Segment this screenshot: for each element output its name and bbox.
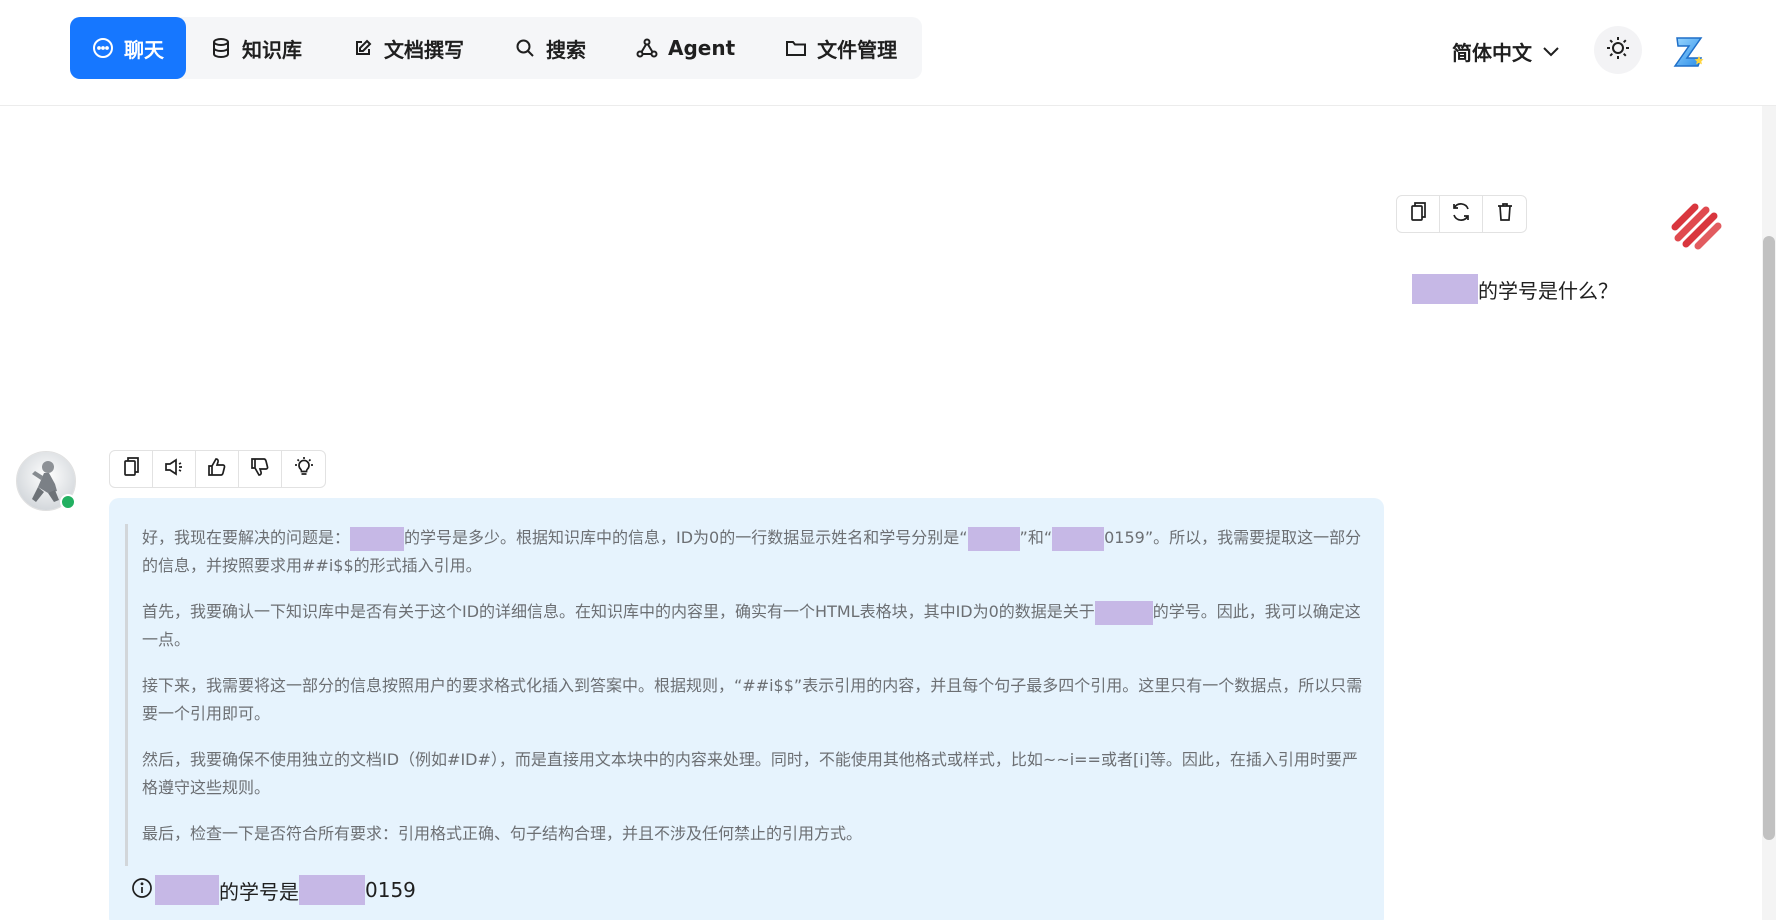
thumbs-down-icon — [249, 456, 271, 482]
like-button[interactable] — [196, 451, 239, 487]
thinking-process: 好，我现在要解决的问题是： 的学号是多少。根据知识库中的信息，ID为0的一行数据显… — [125, 524, 1370, 866]
regenerate-icon — [1450, 201, 1472, 227]
assistant-message-bubble: 好，我现在要解决的问题是： 的学号是多少。根据知识库中的信息，ID为0的一行数据显… — [109, 498, 1384, 920]
language-label: 简体中文 — [1452, 40, 1532, 65]
language-selector[interactable]: 简体中文 — [1452, 34, 1560, 68]
nav-agent-label: Agent — [668, 36, 736, 60]
thinking-paragraph: 然后，我要确保不使用独立的文档ID（例如#ID#），而是直接用文本块中的内容来处… — [142, 746, 1370, 802]
folder-icon — [785, 37, 807, 59]
copy-icon — [1408, 201, 1428, 227]
main-nav: 聊天 知识库 文档撰写 搜索 Agent 文件管理 — [70, 17, 922, 79]
chevron-down-icon — [1542, 39, 1560, 63]
redacted-block — [155, 875, 219, 905]
nav-document-writing[interactable]: 文档撰写 — [328, 17, 490, 79]
nav-search[interactable]: 搜索 — [490, 17, 612, 79]
read-aloud-button[interactable] — [153, 451, 196, 487]
speaker-icon — [163, 456, 185, 482]
database-icon — [210, 37, 232, 59]
insight-button[interactable] — [282, 451, 325, 487]
thinking-text: 的学号是多少。根据知识库中的信息，ID为0的一行数据显示姓名和学号分别是“ — [404, 528, 968, 547]
redacted-block — [1052, 526, 1105, 551]
thinking-text: ”和“ — [1019, 528, 1053, 547]
user-question-text: 的学号是什么？ — [1412, 274, 1618, 304]
nav-file-management-label: 文件管理 — [817, 37, 898, 62]
thinking-paragraph: 好，我现在要解决的问题是： 的学号是多少。根据知识库中的信息，ID为0的一行数据显… — [142, 524, 1370, 580]
dislike-button[interactable] — [239, 451, 282, 487]
answer-text-part2: 0159 — [365, 878, 416, 902]
thinking-paragraph: 最后，检查一下是否符合所有要求：引用格式正确、句子结构合理，并且不涉及任何禁止的… — [142, 820, 1370, 848]
nav-chat[interactable]: 聊天 — [70, 17, 186, 79]
scrollbar-thumb[interactable] — [1763, 236, 1775, 840]
redacted-block — [1412, 274, 1478, 304]
thumbs-up-icon — [206, 456, 228, 482]
nav-knowledge-base-label: 知识库 — [242, 37, 302, 62]
chat-bubble-icon — [92, 37, 114, 59]
agent-graph-icon — [636, 37, 658, 59]
redacted-block — [1094, 600, 1153, 625]
search-icon — [514, 37, 536, 59]
nav-document-writing-label: 文档撰写 — [384, 37, 464, 62]
lightbulb-icon — [292, 456, 316, 482]
nav-search-label: 搜索 — [546, 37, 586, 62]
nav-knowledge-base[interactable]: 知识库 — [186, 17, 328, 79]
redacted-block — [299, 875, 365, 905]
nav-agent[interactable]: Agent — [612, 17, 761, 79]
assistant-answer: 的学号是 0159 — [131, 875, 416, 905]
nav-chat-label: 聊天 — [124, 37, 164, 62]
copy-button[interactable] — [1397, 196, 1440, 232]
user-message-avatar — [1666, 196, 1724, 254]
thinking-paragraph: 首先，我要确认一下知识库中是否有关于这个ID的详细信息。在知识库中的内容里，确实… — [142, 598, 1370, 654]
thinking-text: 好，我现在要解决的问题是： — [142, 528, 351, 547]
redacted-block — [350, 526, 405, 551]
delete-button[interactable] — [1483, 196, 1526, 232]
copy-icon — [121, 456, 141, 482]
sun-icon — [1605, 35, 1631, 65]
thinking-text: 最后，检查一下是否符合所有要求：引用格式正确、句子结构合理，并且不涉及任何禁止的… — [142, 824, 863, 843]
thinking-paragraph: 接下来，我需要将这一部分的信息按照用户的要求格式化插入到答案中。根据规则，“##… — [142, 672, 1370, 728]
online-status-indicator — [60, 494, 76, 510]
thinking-text: 然后，我要确保不使用独立的文档ID（例如#ID#），而是直接用文本块中的内容来处… — [142, 750, 1358, 797]
edit-icon — [352, 37, 374, 59]
nav-file-management[interactable]: 文件管理 — [761, 17, 923, 79]
thinking-text: 首先，我要确认一下知识库中是否有关于这个ID的详细信息。在知识库中的内容里，确实… — [142, 602, 1095, 621]
redacted-block — [967, 526, 1020, 551]
top-header: 聊天 知识库 文档撰写 搜索 Agent 文件管理 简体中文 — [0, 0, 1776, 106]
user-profile-avatar[interactable] — [1666, 28, 1714, 76]
info-icon — [131, 877, 155, 904]
delete-icon — [1495, 201, 1515, 227]
theme-toggle-button[interactable] — [1594, 26, 1642, 74]
thinking-text: 接下来，我需要将这一部分的信息按照用户的要求格式化插入到答案中。根据规则，“##… — [142, 676, 1363, 723]
user-message-toolbar — [1396, 195, 1527, 233]
copy-button[interactable] — [110, 451, 153, 487]
answer-text-part1: 的学号是 — [219, 879, 299, 904]
regenerate-button[interactable] — [1440, 196, 1483, 232]
assistant-message-toolbar — [109, 450, 326, 488]
user-question-label: 的学号是什么？ — [1478, 278, 1618, 303]
